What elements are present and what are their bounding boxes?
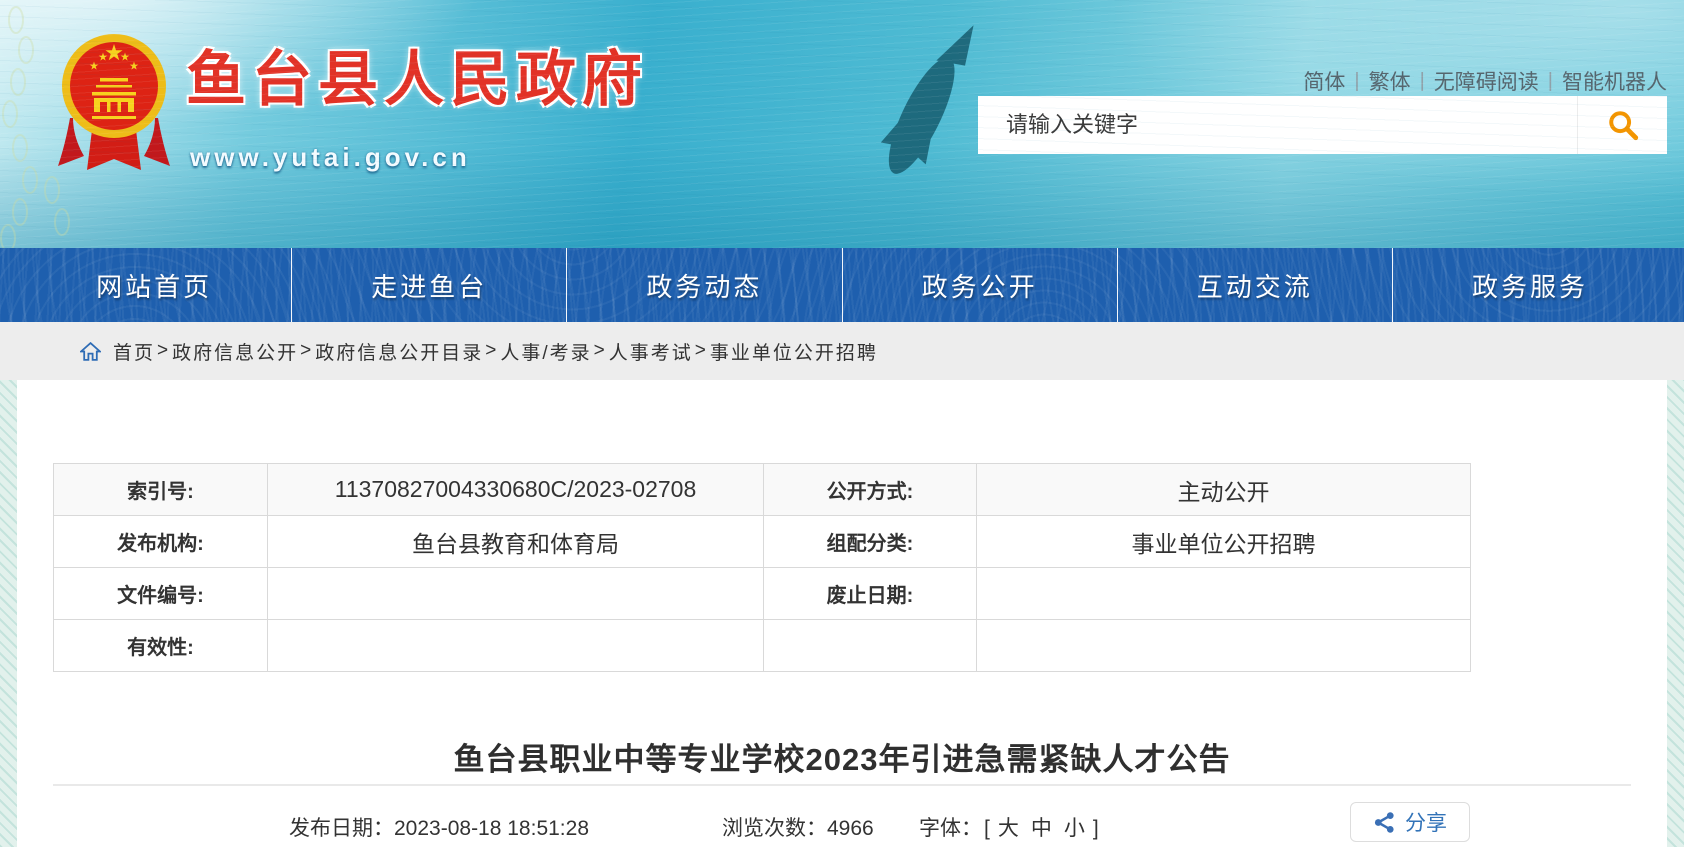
font-size-large[interactable]: 大 [998, 817, 1019, 840]
bracket-open: [ [984, 817, 990, 840]
nav-item-into-yutai[interactable]: 走进鱼台 [292, 248, 568, 322]
search-box [978, 96, 1667, 154]
info-label: 有效性: [53, 619, 268, 672]
link-smart-robot[interactable]: 智能机器人 [1562, 66, 1667, 96]
home-icon [80, 341, 101, 361]
breadcrumb-separator: > [485, 340, 499, 361]
link-simplified-chinese[interactable]: 简体 [1303, 66, 1345, 96]
publish-date-label: 发布日期： [289, 817, 394, 840]
info-value: 11370827004330680C/2023-02708 [267, 463, 764, 516]
nav-item-government-disclosure[interactable]: 政务公开 [843, 248, 1118, 322]
font-size-medium[interactable]: 中 [1031, 817, 1052, 840]
nav-item-government-services[interactable]: 政务服务 [1393, 248, 1667, 322]
font-size-label: 字体： [919, 817, 982, 840]
info-label: 公开方式: [763, 463, 977, 516]
main-nav-inner: 网站首页 走进鱼台 政务动态 政务公开 互动交流 政务服务 [17, 248, 1667, 322]
view-count-value: 4966 [827, 817, 874, 840]
table-row: 发布机构: 鱼台县教育和体育局 组配分类: 事业单位公开招聘 [53, 515, 1471, 568]
view-count-label: 浏览次数： [722, 817, 827, 840]
link-traditional-chinese[interactable]: 繁体 [1369, 66, 1411, 96]
fish-icon [880, 25, 974, 174]
link-accessibility-reading[interactable]: 无障碍阅读 [1434, 66, 1539, 96]
info-label: 索引号: [53, 463, 268, 516]
breadcrumb-item-disclosure-catalog[interactable]: 政府信息公开目录 [315, 338, 483, 365]
info-label: 组配分类: [763, 515, 977, 568]
info-value: 鱼台县教育和体育局 [267, 515, 764, 568]
content-card: 索引号: 11370827004330680C/2023-02708 公开方式:… [17, 380, 1667, 847]
publish-date: 发布日期：2023-08-18 18:51:28 [289, 812, 589, 842]
table-row: 文件编号: 废止日期: [53, 567, 1471, 620]
share-button-label: 分享 [1405, 812, 1447, 835]
link-separator: | [1354, 69, 1360, 92]
info-label: 文件编号: [53, 567, 268, 620]
table-row: 索引号: 11370827004330680C/2023-02708 公开方式:… [53, 463, 1471, 516]
breadcrumb-separator: > [694, 340, 708, 361]
breadcrumb-item-public-institution-recruitment[interactable]: 事业单位公开招聘 [710, 338, 878, 365]
site-header: 鱼台县人民政府 www.yutai.gov.cn 简体 | 繁体 | 无障碍阅读… [0, 0, 1684, 248]
info-label [763, 619, 977, 672]
link-separator: | [1419, 69, 1425, 92]
divider [53, 784, 1631, 786]
breadcrumb-item-personnel-recruitment[interactable]: 人事/考录 [500, 338, 591, 365]
breadcrumb-bar: 首页 > 政府信息公开 > 政府信息公开目录 > 人事/考录 > 人事考试 > … [0, 322, 1684, 380]
table-row: 有效性: [53, 619, 1471, 672]
breadcrumb-separator: > [300, 340, 314, 361]
link-separator: | [1547, 69, 1553, 92]
breadcrumb-separator: > [157, 340, 171, 361]
search-icon [1608, 111, 1638, 141]
publish-date-value: 2023-08-18 18:51:28 [394, 817, 589, 840]
search-input[interactable] [978, 96, 1577, 154]
nav-item-site-home[interactable]: 网站首页 [17, 248, 293, 322]
breadcrumb-item-personnel-exam[interactable]: 人事考试 [609, 338, 693, 365]
view-count: 浏览次数：4966 [722, 812, 874, 842]
national-emblem-icon [58, 34, 170, 170]
breadcrumb-item-home[interactable]: 首页 [113, 338, 155, 365]
article-title: 鱼台县职业中等专业学校2023年引进急需紧缺人才公告 [453, 742, 1231, 777]
info-value [267, 619, 764, 672]
info-label: 废止日期: [763, 567, 977, 620]
nav-item-government-news[interactable]: 政务动态 [567, 248, 843, 322]
share-icon [1374, 811, 1394, 833]
breadcrumb-item-gov-info-disclosure[interactable]: 政府信息公开 [172, 338, 298, 365]
site-title[interactable]: 鱼台县人民政府 [186, 48, 648, 112]
info-table: 索引号: 11370827004330680C/2023-02708 公开方式:… [53, 463, 1471, 672]
main-nav: 网站首页 走进鱼台 政务动态 政务公开 互动交流 政务服务 [0, 248, 1684, 322]
font-size-control: 字体：[ 大中小] [919, 812, 1101, 842]
info-value: 事业单位公开招聘 [976, 515, 1471, 568]
info-value [976, 619, 1471, 672]
bracket-close: ] [1092, 817, 1099, 840]
search-button[interactable] [1577, 96, 1667, 154]
info-label: 发布机构: [53, 515, 268, 568]
info-value [267, 567, 764, 620]
nav-item-interactive-exchange[interactable]: 互动交流 [1118, 248, 1393, 322]
share-button[interactable]: 分享 [1350, 802, 1470, 842]
breadcrumb-separator: > [593, 340, 607, 361]
info-value [976, 567, 1471, 620]
font-size-small[interactable]: 小 [1064, 817, 1085, 840]
info-value: 主动公开 [976, 463, 1471, 516]
top-links: 简体 | 繁体 | 无障碍阅读 | 智能机器人 [1303, 66, 1667, 96]
breadcrumb: 首页 > 政府信息公开 > 政府信息公开目录 > 人事/考录 > 人事考试 > … [80, 322, 878, 380]
site-url: www.yutai.gov.cn [190, 142, 471, 172]
article-meta: 发布日期：2023-08-18 18:51:28 浏览次数：4966 字体：[ 大… [17, 802, 1667, 847]
page: 鱼台县人民政府 www.yutai.gov.cn 简体 | 繁体 | 无障碍阅读… [0, 0, 1684, 847]
